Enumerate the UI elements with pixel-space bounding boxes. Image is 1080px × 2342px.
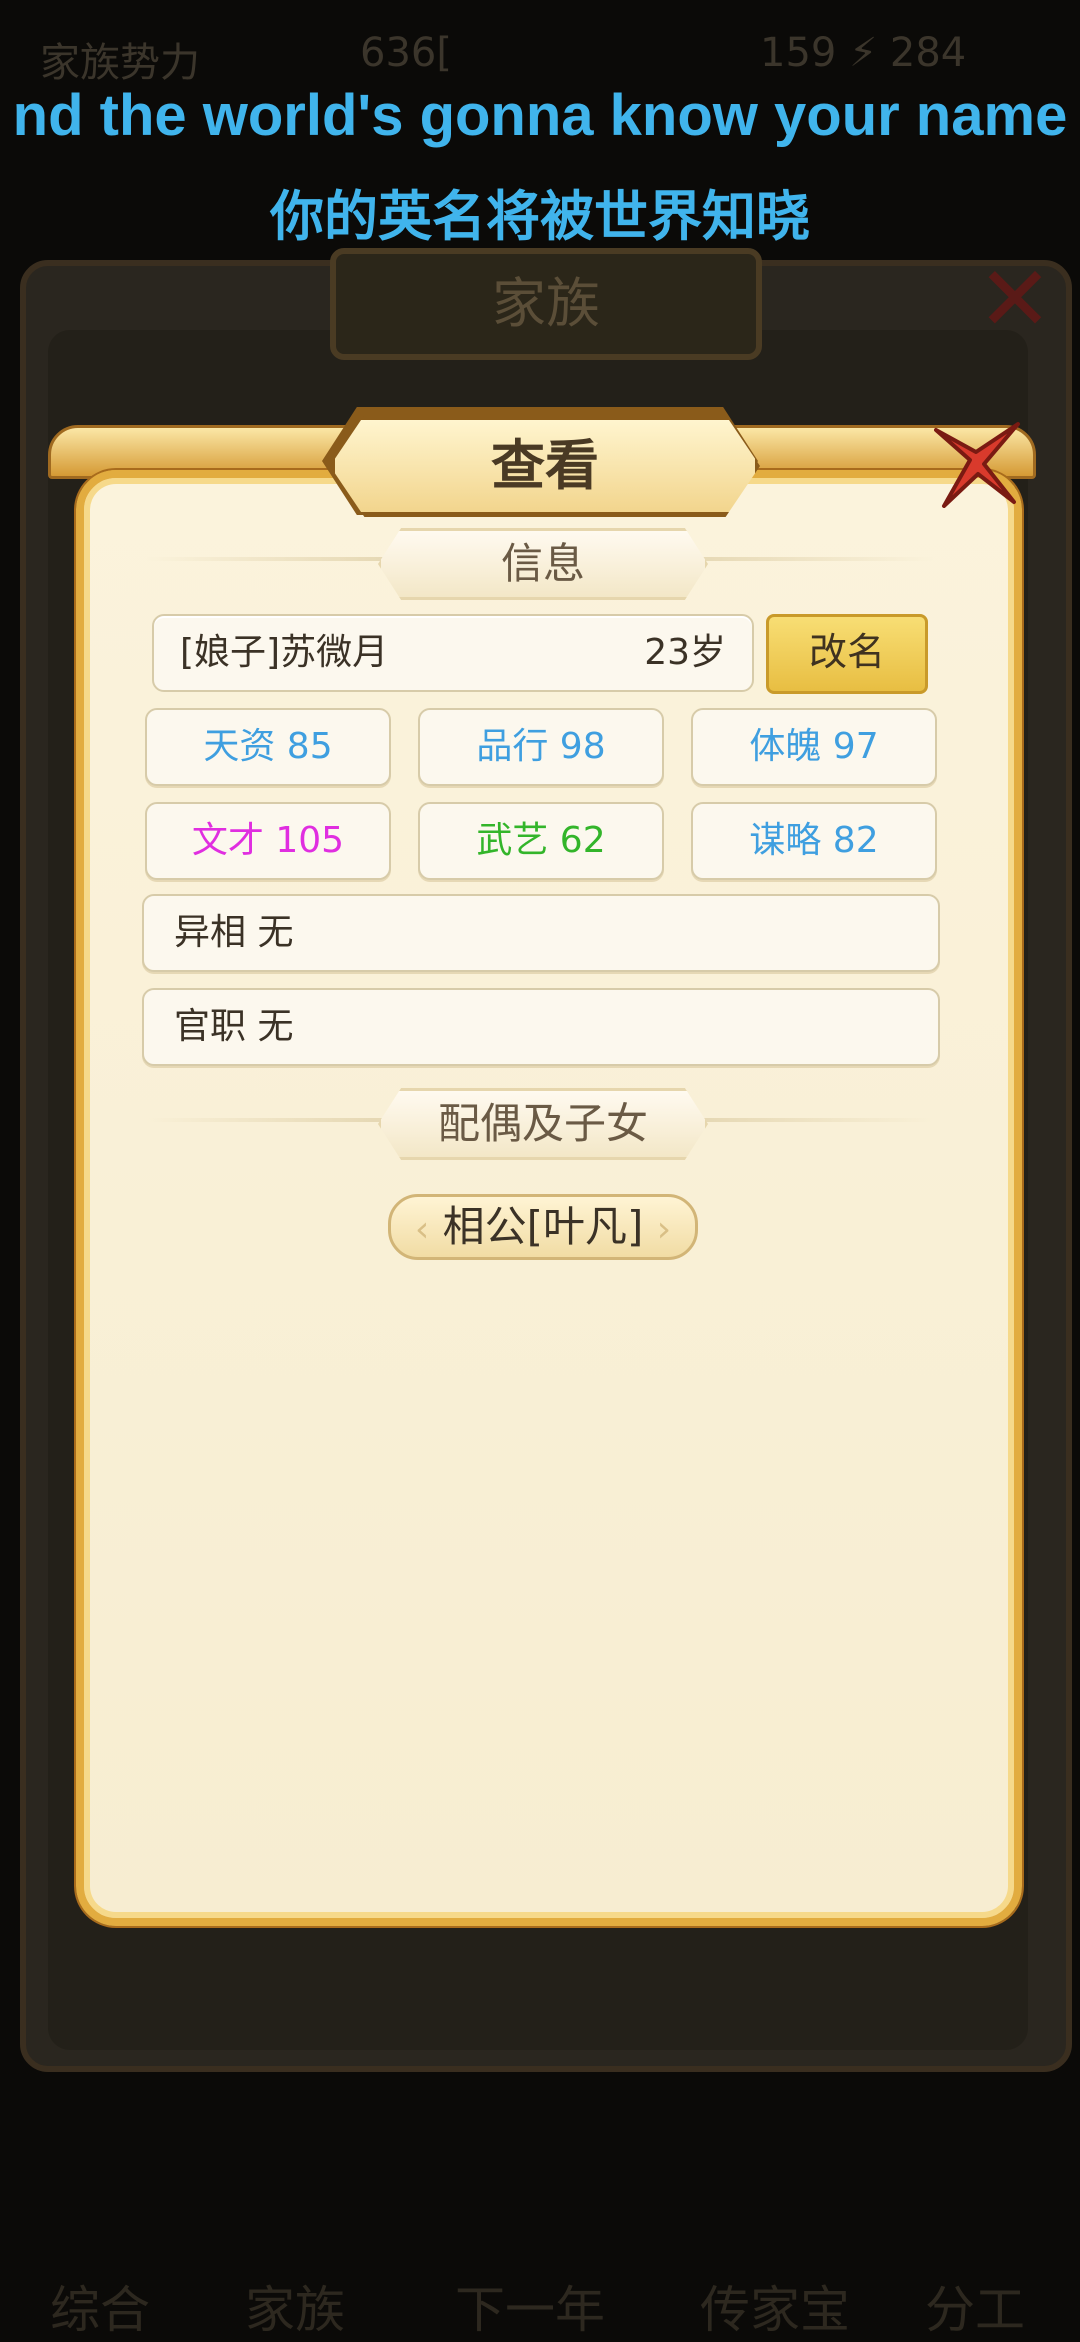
info-section-title: 信息 (378, 528, 708, 600)
background-close-icon: ✕ (977, 247, 1053, 352)
stat-physique: 体魄 97 (691, 708, 937, 786)
spouse-label: 相公[叶凡] (442, 1202, 644, 1251)
ornament-right-icon: › (656, 1209, 672, 1250)
bg-status-left: 家族势力 (40, 40, 200, 86)
office-row: 官职 无 (142, 988, 940, 1066)
lyric-english-line: nd the world's gonna know your name (12, 83, 1068, 148)
stat-strategy: 谋略 82 (691, 802, 937, 880)
stat-literary: 文才 105 (145, 802, 391, 880)
background-bottom-nav: 综合 家族 下一年 传家宝 分工 (0, 2130, 1080, 2340)
person-age: 23岁 (644, 632, 726, 673)
bg-nav-item: 分工 (925, 2281, 1025, 2339)
person-name: [娘子]苏微月 (180, 632, 389, 673)
trait-label: 异相 无 (174, 912, 294, 953)
close-button[interactable] (918, 410, 1030, 522)
office-label: 官职 无 (174, 1006, 294, 1047)
bg-status-mid: 636[ (360, 30, 452, 76)
trait-row: 异相 无 (142, 894, 940, 972)
bg-nav-item: 传家宝 (700, 2281, 850, 2339)
lyric-chinese-line: 你的英名将被世界知晓 (270, 185, 810, 248)
background-family-title: 家族 (330, 248, 762, 360)
family-section-title: 配偶及子女 (378, 1088, 708, 1160)
stat-conduct: 品行 98 (418, 708, 664, 786)
stat-martial: 武艺 62 (418, 802, 664, 880)
close-x-icon (934, 422, 1020, 508)
bg-status-right: 159 ⚡ 284 (760, 30, 967, 76)
stat-talent: 天资 85 (145, 708, 391, 786)
person-name-field: [娘子]苏微月 23岁 (152, 614, 754, 692)
bg-nav-item: 下一年 (455, 2281, 605, 2339)
spouse-button[interactable]: ‹ 相公[叶凡] › (388, 1194, 698, 1260)
dialog-title: 查看 (330, 415, 760, 517)
bg-nav-item: 家族 (245, 2281, 345, 2339)
rename-button[interactable]: 改名 (766, 614, 928, 694)
ornament-left-icon: ‹ (414, 1209, 430, 1250)
bg-nav-item: 综合 (50, 2281, 150, 2339)
